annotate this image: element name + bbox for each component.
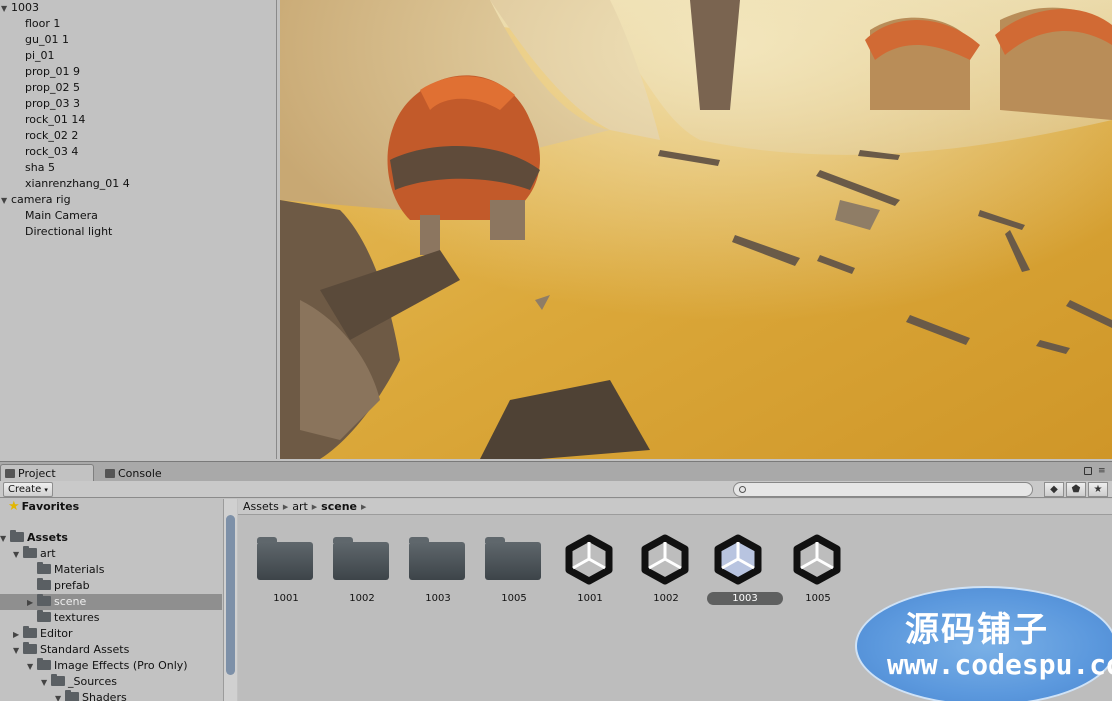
folder-icon [10,530,24,542]
hierarchy-item[interactable]: Main Camera [0,208,276,224]
breadcrumb-separator-icon: ▶ [282,503,289,511]
asset-scene-1002[interactable]: 1002 [631,530,701,608]
collapse-triangle-icon[interactable]: ▶ [13,627,23,643]
project-icon [5,469,15,478]
tree-item-textures[interactable]: textures [37,610,222,626]
unity-logo-icon [714,534,762,585]
folder-icon [23,546,37,558]
breadcrumb-art[interactable]: art [292,500,308,513]
hierarchy-item[interactable]: rock_01 14 [0,112,276,128]
folder-icon [51,674,65,686]
breadcrumb-scene[interactable]: scene [321,500,357,513]
tree-item-prefab[interactable]: prefab [37,578,222,594]
expand-triangle-icon[interactable]: ▼ [27,659,37,675]
expand-triangle-icon[interactable]: ▼ [1,193,11,209]
expand-triangle-icon[interactable]: ▼ [41,675,51,691]
hierarchy-item[interactable]: floor 1 [0,16,276,32]
filter-by-type-icon[interactable]: ◆ [1044,482,1064,497]
hierarchy-item[interactable]: prop_02 5 [0,80,276,96]
tab-console[interactable]: Console [100,464,180,482]
expand-triangle-icon[interactable]: ▼ [13,643,23,659]
hierarchy-item[interactable]: prop_01 9 [0,64,276,80]
tree-item-editor[interactable]: ▶ Editor [13,626,222,642]
hierarchy-item[interactable]: gu_01 1 [0,32,276,48]
panel-menu-icon[interactable]: ≡ [1098,466,1108,476]
tree-item-scene[interactable]: ▶ scene [0,594,222,610]
unity-logo-icon [565,534,613,585]
favorite-star-icon[interactable]: ★ [1088,482,1108,497]
filter-by-label-icon[interactable]: ⬟ [1066,482,1086,497]
breadcrumb: Assets ▶ art ▶ scene ▶ [238,499,1112,515]
tree-item-image-effects[interactable]: ▼ Image Effects (Pro Only) [27,658,222,674]
folder-icon [333,537,389,580]
expand-triangle-icon[interactable]: ▼ [1,1,11,17]
folder-icon [257,537,313,580]
folder-icon [37,658,51,670]
folder-icon [37,578,51,590]
create-dropdown-button[interactable]: Create ▾ [3,482,53,497]
unity-logo-icon [793,534,841,585]
breadcrumb-assets[interactable]: Assets [243,500,279,513]
tree-item-assets[interactable]: ▼ Assets [0,530,222,546]
scrollbar-thumb[interactable] [226,515,235,675]
hierarchy-item[interactable]: Directional light [0,224,276,240]
tree-scrollbar[interactable] [223,499,237,701]
folder-icon [23,642,37,654]
bottom-tab-bar: Project Console ≡ [0,461,1112,482]
expand-triangle-icon[interactable]: ▼ [55,691,65,701]
hierarchy-item[interactable]: rock_03 4 [0,144,276,160]
tree-item-standard-assets[interactable]: ▼ Standard Assets [13,642,222,658]
folder-icon [37,594,51,606]
asset-folder-1001[interactable]: 1001 [251,530,321,608]
scene-view[interactable] [280,0,1112,459]
unity-logo-icon [641,534,689,585]
project-folder-tree: ★ Favorites ▼ Assets ▼ art Materials prefab… [0,499,222,701]
asset-folder-1003[interactable]: 1003 [403,530,473,608]
folder-icon [23,626,37,638]
folder-icon [65,690,79,701]
watermark-url: www.codespu.com [887,648,1112,681]
collapse-triangle-icon[interactable]: ▶ [27,595,37,611]
star-icon: ★ [8,499,20,514]
scene-render [280,0,1112,459]
asset-scene-1001[interactable]: 1001 [555,530,625,608]
folder-icon [37,562,51,574]
tree-item-sources[interactable]: ▼ _Sources [41,674,222,690]
hierarchy-panel: ▼ 1003 floor 1 gu_01 1 pi_01 prop_01 9 pr… [0,0,277,459]
folder-icon [409,537,465,580]
hierarchy-item[interactable]: sha 5 [0,160,276,176]
folder-icon [485,537,541,580]
breadcrumb-separator-icon: ▶ [311,503,318,511]
asset-scene-1005[interactable]: 1005 [783,530,853,608]
console-icon [105,469,115,478]
search-input[interactable] [750,483,1020,496]
hierarchy-item[interactable]: pi_01 [0,48,276,64]
hierarchy-item-camera-rig[interactable]: ▼ camera rig [0,192,276,208]
hierarchy-item[interactable]: prop_03 3 [0,96,276,112]
search-icon [739,486,746,493]
expand-triangle-icon[interactable]: ▼ [0,531,10,547]
favorites-header[interactable]: ★ Favorites [8,499,222,515]
folder-icon [37,610,51,622]
tree-item-shaders[interactable]: ▼ Shaders [55,690,222,701]
hierarchy-item[interactable]: rock_02 2 [0,128,276,144]
watermark-title: 源码铺子 [905,610,1049,650]
hierarchy-item[interactable]: xianrenzhang_01 4 [0,176,276,192]
asset-scene-1003[interactable]: 1003 [704,530,783,608]
expand-triangle-icon[interactable]: ▼ [13,547,23,563]
lock-icon[interactable] [1084,467,1092,475]
watermark-badge: 源码铺子 www.codespu.com [855,586,1112,701]
tab-project[interactable]: Project [0,464,94,482]
hierarchy-item-1003[interactable]: ▼ 1003 [0,0,276,16]
breadcrumb-separator-icon: ▶ [361,503,367,511]
tree-item-materials[interactable]: Materials [37,562,222,578]
asset-folder-1005[interactable]: 1005 [479,530,549,608]
asset-folder-1002[interactable]: 1002 [327,530,397,608]
search-box[interactable] [733,482,1033,497]
tree-item-art[interactable]: ▼ art [13,546,222,562]
project-toolbar: Create ▾ ◆ ⬟ ★ [0,481,1112,498]
dropdown-arrow-icon: ▾ [44,486,48,494]
